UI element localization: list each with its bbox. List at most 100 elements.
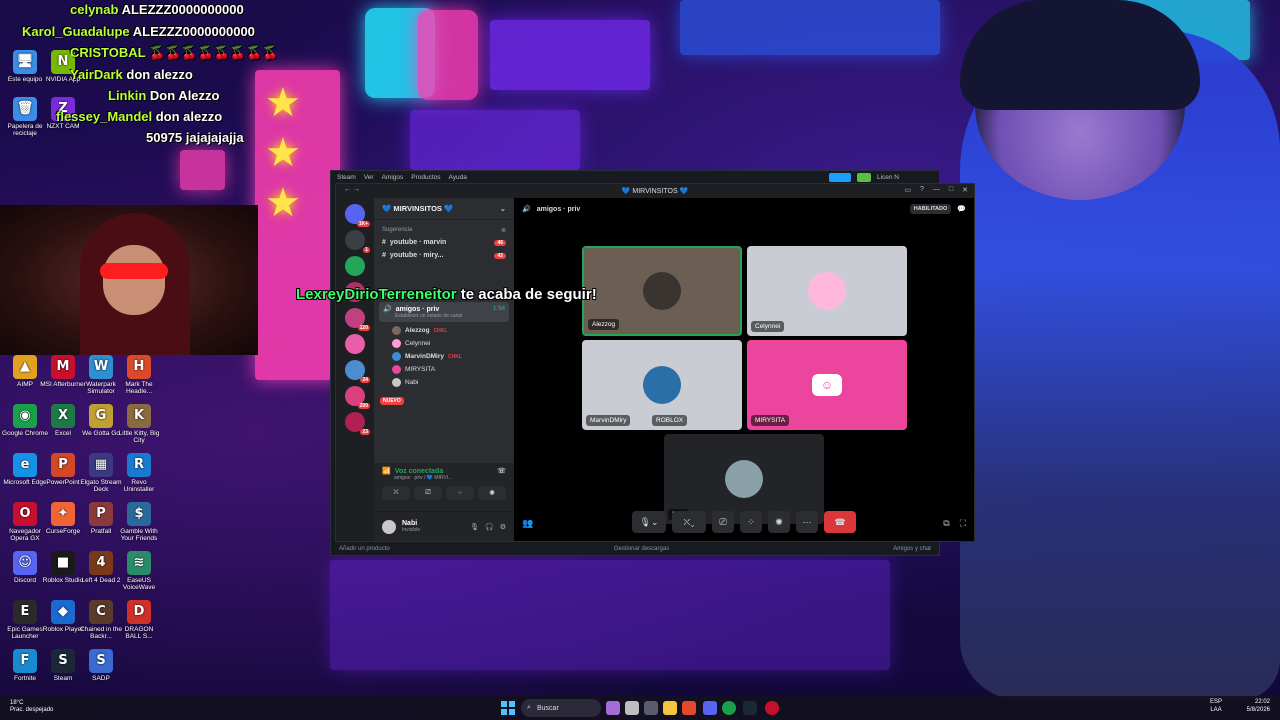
discord-window[interactable]: ← → 💙 MIRVINSITOS 💙 ▭ ? — □ ✕ 1K+ 1 120 24 2… (335, 183, 975, 542)
discord-taskbar-icon[interactable] (703, 701, 717, 715)
steam-menu-steam[interactable]: Steam (337, 174, 356, 181)
soundboard-icon[interactable]: ✺ (478, 486, 506, 500)
activities-icon[interactable]: ⁘ (740, 511, 762, 533)
chat-icon[interactable]: 💬 (957, 205, 966, 213)
screen-share-icon[interactable]: ⎚ (712, 511, 734, 533)
video-tile[interactable]: Alezzog (582, 246, 742, 336)
channel-youtube-marvin[interactable]: # youtube · marvin 46 (374, 236, 514, 249)
taskbar: 18°C Prac. despejado ⌕ Buscar ESP LAA 22… (0, 696, 1280, 720)
minimize-icon[interactable]: — (933, 186, 940, 194)
server-icon[interactable]: 1K+ (345, 204, 370, 227)
steam-menu-productos[interactable]: Productos (411, 174, 440, 181)
camera-off-icon[interactable]: ⛌⌄ (672, 511, 706, 533)
video-tile[interactable]: Celynnei (747, 246, 907, 336)
server-icon[interactable]: 1 (345, 230, 370, 253)
server-icon[interactable]: 23 (345, 412, 370, 435)
channel-name: youtube · miry... (389, 252, 444, 259)
disconnect-icon[interactable]: ☏ (497, 467, 506, 475)
video-tile[interactable]: MarvinDMiry ROBLOX (582, 340, 742, 430)
steam-menu-ayuda[interactable]: Ayuda (449, 174, 467, 181)
app-icon: P (89, 502, 113, 526)
steam-account-name[interactable]: Licen N (877, 174, 899, 181)
steam-menu-amigos[interactable]: Amigos (382, 174, 404, 181)
voice-user[interactable]: Celynnei (374, 337, 514, 350)
neon-star-2: ★ (265, 131, 301, 175)
maximize-icon[interactable]: □ (949, 186, 953, 194)
desktop-icon[interactable]: R Revo Uninstaller (116, 453, 162, 493)
desktop-icon[interactable]: D DRAGON BALL S... (116, 600, 162, 640)
opera-taskbar-icon[interactable] (765, 701, 779, 715)
voice-connected-path[interactable]: amigos · priv / 💙 MIRVI... (382, 475, 506, 481)
desktop-icon[interactable]: ≋ EaseUS VoiceWave (116, 551, 162, 591)
steam-friends-chat[interactable]: Amigos y chat (893, 546, 931, 552)
windows-start-icon[interactable] (500, 700, 516, 716)
avatar (392, 352, 401, 361)
server-icon[interactable] (345, 334, 365, 354)
microphone-icon[interactable]: 🎙⌄ (632, 511, 666, 533)
app-icon: P (51, 453, 75, 477)
chrome-taskbar-icon[interactable] (722, 701, 736, 715)
app-icon: M (51, 355, 75, 379)
channel-youtube-miry[interactable]: # youtube · miry... 42 (374, 249, 514, 262)
taskbar-app-icon[interactable] (682, 701, 696, 715)
avatar[interactable] (382, 519, 396, 534)
close-icon[interactable]: ⊗ (501, 227, 506, 234)
inbox-icon[interactable]: ▭ (904, 186, 911, 194)
steam-notification-button[interactable] (856, 173, 871, 182)
steam-menu-ver[interactable]: Ver (364, 174, 374, 181)
popout-icon[interactable]: ⧉ (943, 518, 949, 529)
voice-user[interactable]: MarvinDMiry CHKL (374, 350, 514, 363)
steam-add-product[interactable]: Añadir un producto (339, 546, 390, 552)
voice-user[interactable]: Alezzog CHKL (374, 324, 514, 337)
desktop-icon-label: Mark The Headle... (125, 381, 153, 396)
soundboard-icon[interactable]: ✺ (768, 511, 790, 533)
weather-widget[interactable]: 18°C Prac. despejado (10, 700, 53, 714)
file-explorer-icon[interactable] (663, 701, 677, 715)
back-forward-icon[interactable]: ← → (344, 186, 360, 193)
chevron-down-icon[interactable]: ⌄ (500, 204, 506, 213)
headphones-icon[interactable]: 🎧 (485, 523, 494, 531)
voice-connected-label: Voz conectada (394, 467, 444, 475)
channel-status-hint[interactable]: Establecer un estado de canal (383, 313, 505, 319)
clock[interactable]: 22:02 5/8/2026 (1247, 699, 1270, 715)
task-view-icon[interactable] (625, 701, 639, 715)
server-icon[interactable]: 24 (345, 360, 370, 383)
voice-user-name: Alezzog (405, 327, 430, 334)
microphone-icon[interactable]: 🎙 (470, 523, 479, 531)
voice-user[interactable]: Nabi (374, 376, 514, 389)
desktop-icon[interactable]: S SADP (78, 649, 124, 682)
end-call-button[interactable]: ☎ (824, 511, 856, 533)
input-language[interactable]: ESP LAA (1210, 699, 1222, 715)
more-icon[interactable]: ⋯ (796, 511, 818, 533)
voice-channel-amigos-priv[interactable]: 🔊 amigos · priv 1:54 Establecer un estad… (379, 302, 509, 322)
user-panel: Nabi Invisible 🎙 🎧 ⚙ (374, 511, 514, 541)
steam-manage-downloads[interactable]: Gestionar descargas (614, 546, 669, 552)
activities-icon[interactable]: ⁘ (446, 486, 474, 500)
taskbar-search[interactable]: ⌕ Buscar (521, 699, 601, 717)
server-icon[interactable]: 120 (345, 308, 370, 331)
taskbar-app-icon[interactable] (606, 701, 620, 715)
app-icon: G (89, 404, 113, 428)
signal-icon: 📶 (382, 468, 391, 475)
neon-ramen-sign (680, 0, 940, 55)
unread-badge: 46 (494, 239, 506, 246)
voice-user[interactable]: MIRYSITA (374, 363, 514, 376)
server-icon[interactable] (345, 256, 365, 276)
video-tile[interactable]: ☺ MIRYSITA (747, 340, 907, 430)
app-icon: 🗑 (13, 97, 37, 121)
widgets-icon[interactable] (644, 701, 658, 715)
help-icon[interactable]: ? (920, 186, 924, 194)
camera-off-icon[interactable]: ⛌ (382, 486, 410, 500)
screen-share-icon[interactable]: ⎚ (414, 486, 442, 500)
desktop-icon[interactable]: K Little Kitty, Big City (116, 404, 162, 444)
desktop-icon[interactable]: $ Gamble With Your Friends (116, 502, 162, 542)
desktop-icon-label: SADP (92, 675, 110, 682)
fullscreen-icon[interactable]: ⛶ (960, 518, 966, 529)
close-icon[interactable]: ✕ (962, 186, 968, 194)
desktop-icon[interactable]: H Mark The Headle... (116, 355, 162, 395)
steam-announce-button[interactable] (828, 173, 851, 182)
gear-icon[interactable]: ⚙ (500, 523, 506, 531)
server-icon[interactable]: 200 (345, 386, 370, 409)
guild-header[interactable]: 💙 MIRVINSITOS 💙 ⌄ (374, 198, 514, 220)
steam-taskbar-icon[interactable] (743, 701, 757, 715)
